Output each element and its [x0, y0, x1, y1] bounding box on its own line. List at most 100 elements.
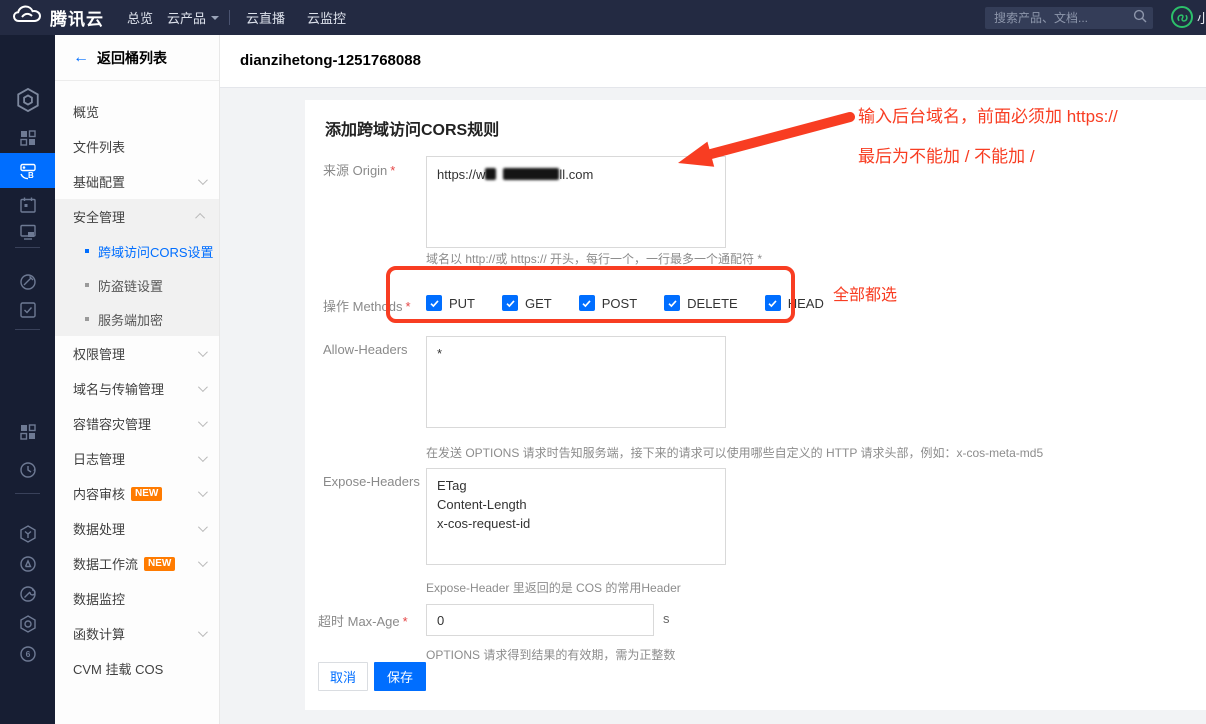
chevron-down-icon: [198, 487, 208, 497]
new-badge: NEW: [131, 487, 162, 501]
sidebar-item-label: 文件列表: [73, 137, 205, 156]
serverless-icon[interactable]: 6: [0, 637, 55, 671]
chevron-down-icon: [198, 452, 208, 462]
checkbox-checked-icon[interactable]: [502, 295, 518, 311]
checkbox-checked-icon[interactable]: [579, 295, 595, 311]
user-name[interactable]: 小: [1197, 0, 1206, 35]
checkbox-checked-icon[interactable]: [765, 295, 781, 311]
sidebar-subitem-label: 防盗链设置: [98, 276, 163, 295]
sidebar-item-logging[interactable]: 日志管理: [55, 441, 219, 476]
brand[interactable]: 腾讯云: [12, 0, 104, 35]
sidebar-item-fault-tolerance[interactable]: 容错容灾管理: [55, 406, 219, 441]
checkbox-checked-icon[interactable]: [664, 295, 680, 311]
allow-headers-hint: 在发送 OPTIONS 请求时告知服务端，接下来的请求可以使用哪些自定义的 HT…: [426, 444, 1043, 461]
globe-wrench-icon[interactable]: [0, 577, 55, 611]
sidebar-item-label: 基础配置: [73, 172, 198, 191]
method-put[interactable]: PUT: [426, 295, 475, 311]
allow-headers-textarea[interactable]: *: [426, 336, 726, 428]
sidebar-item-content-audit[interactable]: 内容审核 NEW: [55, 476, 219, 511]
max-age-hint: OPTIONS 请求得到结果的有效期，需为正整数: [426, 646, 675, 663]
cos-logo-icon[interactable]: [0, 83, 55, 117]
history-sync-icon[interactable]: [0, 453, 55, 487]
sidebar-item-function-compute[interactable]: 函数计算: [55, 616, 219, 651]
sidebar-item-label: 安全管理: [73, 207, 198, 226]
sidebar-item-overview[interactable]: 概览: [55, 94, 219, 129]
origin-value-suffix: ll.com: [559, 167, 593, 182]
cloud-logo-icon: [12, 4, 42, 31]
sidebar-item-permissions[interactable]: 权限管理: [55, 336, 219, 371]
chevron-down-icon: [198, 382, 208, 392]
product-icon-rail: B: [0, 35, 55, 724]
method-delete[interactable]: DELETE: [664, 295, 738, 311]
max-age-input[interactable]: [427, 605, 653, 635]
cancel-button[interactable]: 取消: [318, 662, 368, 691]
topnav-divider: [229, 10, 230, 25]
sidebar-subitem-cors[interactable]: 跨域访问CORS设置: [55, 234, 219, 268]
origin-textarea[interactable]: https://w ll.com: [426, 156, 726, 248]
redacted-text: [503, 168, 559, 180]
max-age-label-text: 超时 Max-Age: [318, 614, 400, 629]
back-to-bucket-list[interactable]: ← 返回桶列表: [55, 35, 219, 81]
rail-divider: [15, 247, 40, 248]
sidebar-subitem-label: 跨域访问CORS设置: [98, 242, 214, 261]
method-post[interactable]: POST: [579, 295, 637, 311]
required-marker: *: [403, 614, 408, 629]
max-age-input-wrap: [426, 604, 654, 636]
brand-name: 腾讯云: [50, 5, 104, 30]
method-label: GET: [525, 296, 552, 311]
sidebar-item-data-monitor[interactable]: 数据监控: [55, 581, 219, 616]
sidebar-item-label: 数据监控: [73, 589, 205, 608]
methods-label: 操作 Methods*: [323, 296, 411, 315]
sidebar-item-file-list[interactable]: 文件列表: [55, 129, 219, 164]
bullet-icon: [85, 317, 89, 321]
search-icon[interactable]: [1133, 9, 1147, 28]
method-get[interactable]: GET: [502, 295, 552, 311]
sidebar-item-basic-config[interactable]: 基础配置: [55, 164, 219, 199]
method-head[interactable]: HEAD: [765, 295, 824, 311]
method-label: DELETE: [687, 296, 738, 311]
save-button[interactable]: 保存: [374, 662, 426, 691]
shield-hex-icon[interactable]: [0, 517, 55, 551]
apps-grid-icon[interactable]: [0, 415, 55, 449]
sidebar-item-data-processing[interactable]: 数据处理: [55, 511, 219, 546]
task-check-icon[interactable]: [0, 293, 55, 327]
sidebar-group-security: 安全管理 跨域访问CORS设置 防盗链设置 服务端加密: [55, 199, 219, 336]
topnav-overview[interactable]: 总览: [127, 0, 153, 35]
origin-label-text: 来源 Origin: [323, 163, 387, 178]
origin-hint: 域名以 http://或 https:// 开头，每行一个，一行最多一个通配符 …: [426, 250, 762, 267]
svg-text:B: B: [28, 171, 34, 180]
sidebar-item-label: 数据处理: [73, 519, 198, 538]
redacted-text: [485, 168, 496, 180]
sidebar-item-data-workflow[interactable]: 数据工作流 NEW: [55, 546, 219, 581]
user-avatar[interactable]: [1171, 6, 1193, 28]
bullet-icon: [85, 283, 89, 287]
new-badge: NEW: [144, 557, 175, 571]
bucket-storage-icon-selected[interactable]: B: [0, 153, 55, 188]
compass-icon[interactable]: [0, 547, 55, 581]
sidebar-subitem-hotlink[interactable]: 防盗链设置: [55, 268, 219, 302]
media-monitor-icon[interactable]: [0, 215, 55, 249]
topnav-cloud-products-label: 云产品: [167, 8, 206, 27]
max-age-unit: s: [663, 611, 670, 626]
sidebar-item-label: 内容审核: [73, 484, 125, 503]
chevron-down-icon: [198, 627, 208, 637]
dashboard-grid-icon[interactable]: [0, 121, 55, 155]
sidebar-item-domain-transfer[interactable]: 域名与传输管理: [55, 371, 219, 406]
cors-rule-form-card: 添加跨域访问CORS规则 来源 Origin* https://wll.com …: [305, 100, 1206, 710]
tencent-cloud-console: 腾讯云 总览 云产品 云直播 云监控 小 B: [0, 0, 1206, 724]
chevron-down-icon: [198, 417, 208, 427]
camera-hex-icon[interactable]: [0, 607, 55, 641]
max-age-label: 超时 Max-Age*: [318, 611, 408, 630]
sidebar-item-cvm-mount[interactable]: CVM 挂载 COS: [55, 651, 219, 686]
sidebar-item-security[interactable]: 安全管理: [55, 199, 219, 234]
search-box[interactable]: [985, 7, 1153, 29]
origin-value-prefix: https://w: [437, 167, 485, 182]
sidebar-item-label: 日志管理: [73, 449, 198, 468]
topnav-monitor[interactable]: 云监控: [307, 0, 346, 35]
topnav-cloud-products[interactable]: 云产品: [167, 0, 219, 35]
expose-headers-textarea[interactable]: ETag Content-Length x-cos-request-id: [426, 468, 726, 565]
checkbox-checked-icon[interactable]: [426, 295, 442, 311]
search-input[interactable]: [994, 11, 1133, 25]
sidebar-subitem-sse[interactable]: 服务端加密: [55, 302, 219, 336]
topnav-live[interactable]: 云直播: [246, 0, 285, 35]
